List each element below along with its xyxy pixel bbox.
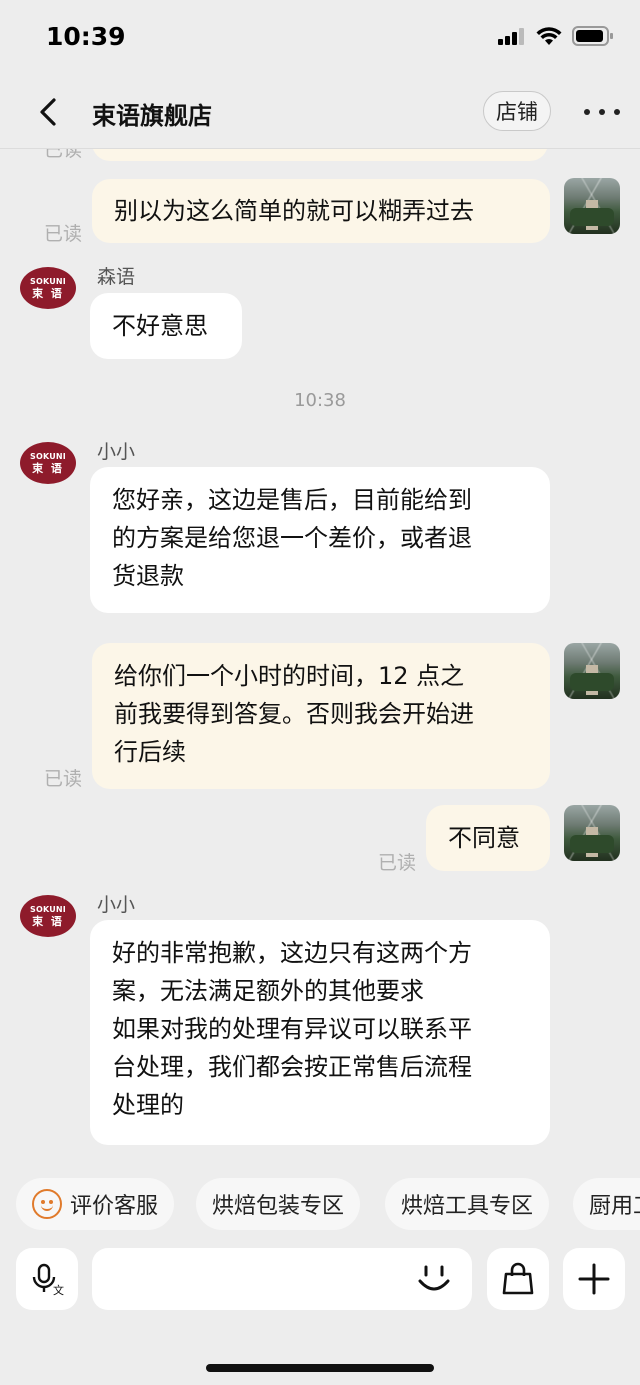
user-avatar[interactable] (564, 805, 620, 861)
chip-kitchen[interactable]: 厨用工 (573, 1178, 640, 1230)
battery-icon (572, 26, 613, 46)
shopping-bag-button[interactable] (487, 1248, 549, 1310)
dot-icon (584, 109, 590, 115)
read-status: 已读 (44, 223, 83, 245)
sender-name: 小小 (97, 894, 136, 916)
status-bar: 10:39 (0, 0, 640, 78)
message-timestamp: 10:38 (294, 390, 346, 411)
message-line: 前我要得到答复。否则我会开始进 (114, 700, 474, 728)
smiley-icon (418, 1265, 450, 1291)
message-bubble-theirs[interactable]: 不好意思 (90, 293, 242, 359)
status-time: 10:39 (46, 22, 126, 51)
message-text: 不好意思 (112, 312, 208, 340)
read-status: 已读 (44, 768, 83, 790)
message-line: 货退款 (112, 562, 184, 590)
microphone-translate-icon: 文 (32, 1263, 64, 1296)
store-button[interactable]: 店铺 (483, 91, 551, 131)
message-bubble-partial[interactable] (92, 149, 548, 161)
dot-icon (614, 109, 620, 115)
shopping-bag-icon (502, 1262, 534, 1295)
dot-icon (599, 109, 605, 115)
message-line: 的方案是给您退一个差价，或者退 (112, 524, 472, 552)
message-bubble-theirs[interactable]: 好的非常抱歉，这边只有这两个方 案，无法满足额外的其他要求 如果对我的处理有异议… (90, 920, 550, 1145)
message-bubble-mine[interactable]: 别以为这么简单的就可以糊弄过去 (92, 179, 550, 243)
read-status: 已读 (378, 852, 417, 874)
message-line: 您好亲，这边是售后，目前能给到 (112, 486, 472, 514)
status-icons (498, 26, 614, 46)
user-avatar[interactable] (564, 643, 620, 699)
chevron-left-icon (40, 98, 56, 126)
smiley-icon (32, 1189, 62, 1219)
chip-baking-packaging[interactable]: 烘焙包装专区 (196, 1178, 361, 1230)
message-line: 好的非常抱歉，这边只有这两个方 (112, 939, 472, 967)
plus-icon (578, 1263, 610, 1295)
sender-name: 小小 (97, 441, 136, 463)
emoji-button[interactable] (412, 1258, 456, 1300)
read-status: 已读 (44, 149, 83, 161)
quick-reply-bar: 评价客服 烘焙包装专区 烘焙工具专区 厨用工 (0, 1178, 640, 1230)
message-bubble-theirs[interactable]: 您好亲，这边是售后，目前能给到 的方案是给您退一个差价，或者退 货退款 (90, 467, 550, 613)
message-text: 别以为这么简单的就可以糊弄过去 (114, 197, 474, 225)
more-options-button[interactable] (584, 98, 620, 126)
message-text: 不同意 (448, 824, 520, 852)
voice-input-button[interactable]: 文 (16, 1248, 78, 1310)
home-indicator[interactable] (206, 1364, 434, 1372)
back-button[interactable] (30, 92, 66, 132)
wifi-icon (536, 27, 562, 45)
message-line: 给你们一个小时的时间，12 点之 (114, 662, 465, 690)
svg-text:文: 文 (53, 1283, 64, 1296)
page-title: 束语旗舰店 (92, 102, 212, 130)
message-bubble-mine[interactable]: 给你们一个小时的时间，12 点之 前我要得到答复。否则我会开始进 行后续 (92, 643, 550, 789)
sender-name: 森语 (97, 266, 136, 288)
nav-bar: 束语旗舰店 店铺 (0, 78, 640, 148)
message-line: 行后续 (114, 738, 186, 766)
message-line: 案，无法满足额外的其他要求 (112, 977, 424, 1005)
chat-area[interactable]: 已读 别以为这么简单的就可以糊弄过去 已读 SOKUNI 束 语 森语 不好意思… (0, 149, 640, 1170)
message-line: 如果对我的处理有异议可以联系平 (112, 1015, 472, 1043)
chip-rate-service[interactable]: 评价客服 (16, 1178, 175, 1230)
add-button[interactable] (563, 1248, 625, 1310)
message-line: 处理的 (112, 1091, 184, 1119)
message-line: 台处理，我们都会按正常售后流程 (112, 1053, 472, 1081)
shop-avatar[interactable]: SOKUNI 束 语 (20, 895, 76, 937)
shop-avatar[interactable]: SOKUNI 束 语 (20, 267, 76, 309)
chip-baking-tools[interactable]: 烘焙工具专区 (385, 1178, 550, 1230)
signal-icon (498, 28, 524, 45)
shop-avatar[interactable]: SOKUNI 束 语 (20, 442, 76, 484)
message-bubble-mine[interactable]: 不同意 (426, 805, 550, 871)
user-avatar[interactable] (564, 178, 620, 234)
input-bar: 文 (0, 1248, 640, 1310)
